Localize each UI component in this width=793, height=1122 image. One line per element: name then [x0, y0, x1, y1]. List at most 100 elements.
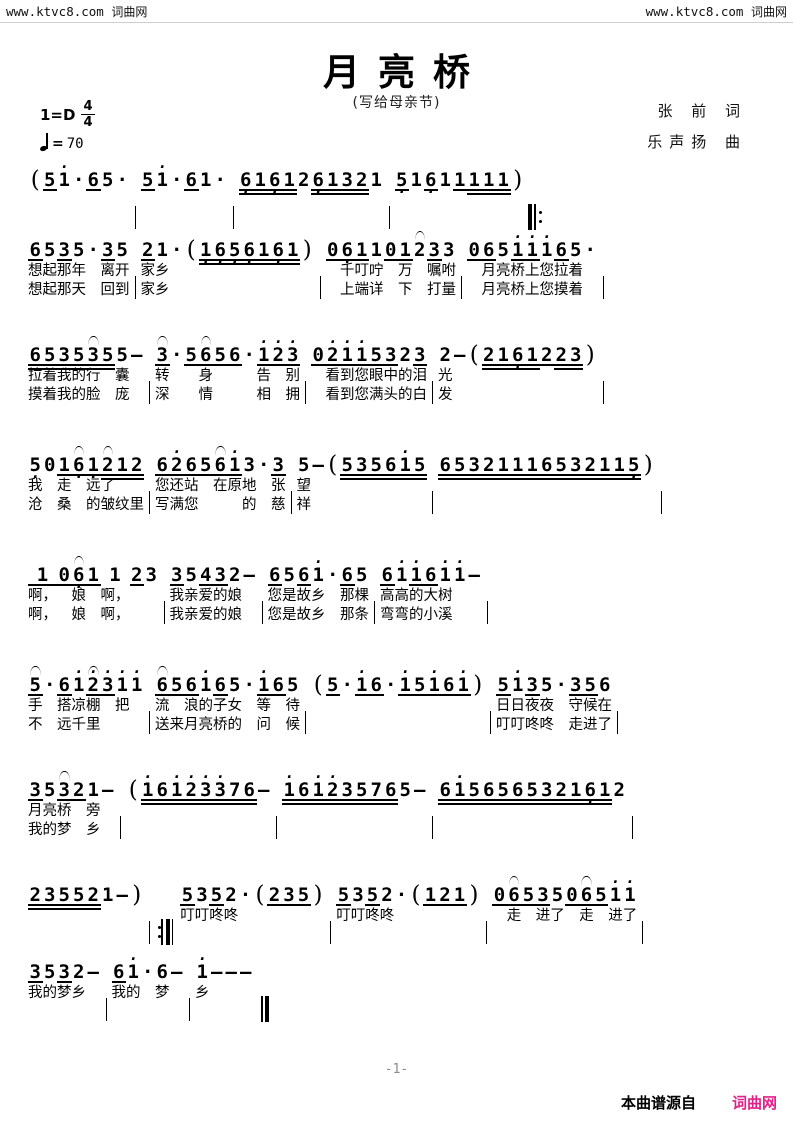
- octave-up-dot: ·: [59, 158, 69, 176]
- note-cell: 1: [510, 455, 525, 515]
- lyricist-credit: 张 前 词: [657, 102, 747, 120]
- note-glyph: 7: [369, 780, 384, 805]
- note-glyph: 1 ·: [398, 663, 413, 696]
- beam-line: [467, 803, 482, 805]
- note-glyph: 1 ·: [340, 333, 355, 366]
- note-glyph: 1: [156, 239, 168, 261]
- note-glyph: ): [643, 452, 653, 478]
- note-cell: 2: [554, 345, 569, 405]
- barline: [330, 921, 332, 944]
- note-glyph: 2: [267, 884, 282, 906]
- note-cell: 1 ·: [130, 665, 145, 735]
- note-glyph: 2: [140, 239, 155, 261]
- beam-line: [140, 803, 155, 805]
- note-glyph: ): [313, 882, 323, 908]
- note-cell: 3嘱打: [427, 240, 442, 300]
- note-cell: 5年天: [72, 240, 87, 300]
- barline: [631, 816, 633, 839]
- lyric-verse-2: [398, 821, 413, 840]
- note-glyph: ·: [243, 344, 255, 366]
- barline: [486, 921, 488, 944]
- note-glyph: —: [312, 454, 324, 476]
- note-cell: 6拉摸: [28, 345, 43, 405]
- lyric-verse-1: [101, 192, 116, 211]
- lyric-verse-1: 上: [525, 263, 540, 279]
- note-cell: 3: [144, 565, 159, 625]
- octave-up-dot: ·: [342, 333, 352, 351]
- lyric-verse-2: [511, 821, 526, 840]
- lyric-verse-1: [43, 192, 58, 211]
- measure: 0 6走 5 3进 5了 0 6走 5 1 · 进 1 · 了: [492, 875, 638, 945]
- lyric-verse-1: [641, 477, 656, 496]
- octave-up-dot: ·: [259, 663, 269, 681]
- lyric-verse-2: 到: [115, 282, 130, 298]
- beam-line: [354, 799, 369, 801]
- note-glyph: ): [469, 882, 479, 908]
- beam-line: [354, 478, 369, 480]
- paren-mark: (: [326, 454, 341, 515]
- lyric-verse-2: [184, 386, 199, 405]
- note-cell: 5: [521, 885, 536, 945]
- note-glyph: 1 ·: [398, 445, 413, 480]
- beam-line: [296, 799, 311, 801]
- octave-up-dot: ·: [201, 663, 211, 681]
- lyric-verse-1: [170, 192, 185, 211]
- lyric-verse-1: 囊: [115, 368, 130, 384]
- lyric-verse-2: [456, 716, 471, 735]
- lyric-verse-2: 的: [242, 497, 257, 513]
- note-cell: 0: [57, 565, 72, 625]
- measure: 0 6 月月 5 亮亮 1 · 桥桥 1 · 上上 1 · 您您 6 拉摸 5 着着 ·: [467, 230, 598, 300]
- note-cell: 5候进: [583, 675, 598, 735]
- note-glyph: ·: [87, 239, 99, 261]
- barline: [290, 491, 292, 514]
- note-glyph: 6: [481, 780, 496, 805]
- beam-line: [184, 803, 199, 805]
- slur-arc: [200, 336, 211, 346]
- note-cell: 3张慈: [271, 455, 286, 515]
- lyric-verse-2: [170, 1003, 185, 1022]
- lyric-verse-1: [612, 802, 627, 821]
- lyric-verse-2: 的: [71, 387, 87, 403]
- beam-line: [525, 799, 540, 801]
- paren-mark: (: [253, 884, 268, 945]
- source-text: 本曲谱源自: [620, 1094, 696, 1112]
- note-glyph: 0: [467, 239, 482, 261]
- lyric-verse-1: 在: [597, 698, 613, 714]
- beam-line: [383, 474, 398, 476]
- note-cell: 2咚: [224, 885, 239, 945]
- beam-line: [86, 189, 101, 191]
- note-glyph: 5: [71, 345, 86, 370]
- lyric-verse-1: 夜: [539, 698, 555, 714]
- note-cell: 2的的: [398, 345, 413, 405]
- beam-line: [525, 364, 540, 366]
- note-cell: 2娘娘: [228, 565, 243, 625]
- lyric-verse-2: [482, 211, 497, 230]
- lyric-verse-2: [170, 386, 185, 405]
- beam-line: [481, 189, 496, 191]
- note-cell: 5: [42, 170, 58, 230]
- beam-line: [285, 263, 300, 265]
- note-cell: 3地的: [242, 455, 257, 515]
- lyric-verse-2: [554, 716, 569, 735]
- note-cell: 5: [593, 885, 609, 945]
- beam-line: [369, 799, 384, 801]
- note-cell: 6子桥: [213, 675, 228, 735]
- note-cell: 1 ·: [198, 240, 213, 300]
- beam-line: [340, 584, 355, 586]
- lyric-verse-2: [253, 926, 268, 945]
- note-glyph: 1: [28, 565, 57, 587]
- note-glyph: 1: [496, 455, 511, 480]
- note-glyph: 1 ·: [256, 663, 271, 696]
- measure: 3 转深 · 5 6身情5 6 · 1 · 告相 2 · 3 · 别拥: [155, 335, 300, 405]
- note-glyph: (: [186, 237, 196, 263]
- lyric-verse-2: 啊，: [100, 607, 130, 623]
- barline: [149, 711, 150, 734]
- note-cell: 1乡乡: [155, 240, 170, 300]
- lyric-verse-2: [623, 926, 638, 945]
- lyric-verse-2: 乡: [311, 607, 326, 623]
- lyric-verse-2: 白: [412, 387, 428, 403]
- note-cell: 3梦: [57, 962, 72, 1022]
- note-glyph: —: [468, 564, 480, 586]
- barline: [189, 998, 190, 1021]
- note-glyph: 2: [73, 961, 85, 983]
